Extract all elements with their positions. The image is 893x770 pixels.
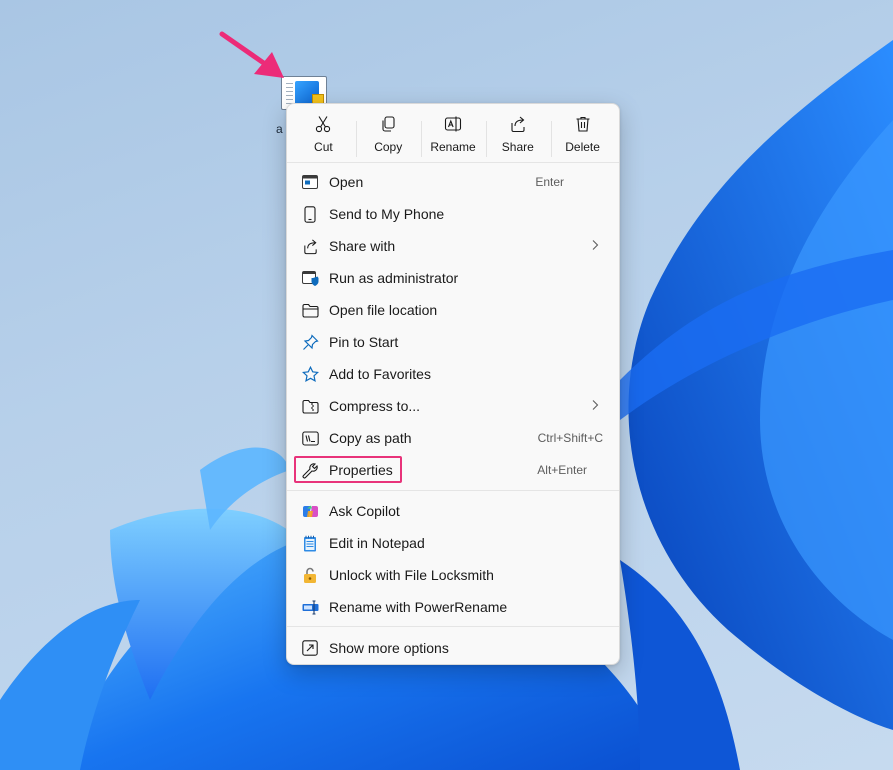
- menu-divider: [287, 626, 619, 627]
- share-label: Share: [501, 140, 534, 154]
- quick-actions-separator: [356, 121, 357, 157]
- lock-icon: [301, 566, 319, 584]
- delete-button[interactable]: Delete: [550, 110, 615, 160]
- rename-icon: [444, 116, 462, 132]
- menu-item-label: Add to Favorites: [329, 366, 431, 382]
- menu-item-label: Share with: [329, 238, 396, 254]
- menu-item-add-to-favorites[interactable]: Add to Favorites: [291, 358, 615, 390]
- menu-item-pin-to-start[interactable]: Pin to Start: [291, 326, 615, 358]
- chevron-right-icon: [592, 240, 599, 250]
- rename-button[interactable]: Rename: [421, 110, 486, 160]
- desktop-icon-caption: a: [276, 122, 283, 136]
- trash-icon: [576, 116, 590, 132]
- menu-item-label: Rename with PowerRename: [329, 599, 508, 615]
- menu-item-unlock-with-file-locksmith[interactable]: Unlock with File Locksmith: [291, 559, 615, 591]
- quick-actions-separator: [421, 121, 422, 157]
- menu-item-edit-in-notepad[interactable]: Edit in Notepad: [291, 527, 615, 559]
- menu-item-label: Send to My Phone: [329, 206, 445, 222]
- share-icon: [301, 237, 319, 255]
- scissors-icon: [316, 116, 331, 133]
- menu-item-properties[interactable]: Properties Alt+Enter: [291, 454, 615, 486]
- menu-item-run-as-administrator[interactable]: Run as administrator: [291, 262, 615, 294]
- menu-item-rename-with-powerrename[interactable]: Rename with PowerRename: [291, 591, 615, 623]
- menu-item-label: Properties: [329, 462, 393, 478]
- menu-item-label: Compress to...: [329, 398, 421, 414]
- menu-item-shortcut: Ctrl+Shift+C: [537, 431, 603, 445]
- delete-label: Delete: [565, 140, 600, 154]
- menu-item-share-with[interactable]: Share with: [291, 230, 615, 262]
- pin-icon: [301, 333, 319, 351]
- quick-actions-separator: [486, 121, 487, 157]
- quick-actions-separator: [551, 121, 552, 157]
- menu-item-label: Show more options: [329, 640, 449, 656]
- menu-item-label: Unlock with File Locksmith: [329, 567, 494, 583]
- open-window-icon: [301, 173, 319, 191]
- menu-item-copy-as-path[interactable]: Copy as path Ctrl+Shift+C: [291, 422, 615, 454]
- share-icon: [511, 116, 525, 133]
- menu-item-compress-to[interactable]: Compress to...: [291, 390, 615, 422]
- open-external-icon: [301, 639, 319, 657]
- menu-item-open[interactable]: Open Enter: [291, 166, 615, 198]
- folder-icon: [301, 301, 319, 319]
- shield-window-icon: [301, 269, 319, 287]
- wrench-icon: [301, 461, 319, 479]
- menu-item-label: Open file location: [329, 302, 438, 318]
- copy-icon: [382, 116, 395, 132]
- context-menu: Cut Copy Rename Share Delete Open Enter …: [286, 103, 620, 665]
- menu-item-shortcut: Enter: [535, 175, 564, 189]
- menu-item-send-to-my-phone[interactable]: Send to My Phone: [291, 198, 615, 230]
- chevron-right-icon: [592, 400, 599, 410]
- path-icon: [301, 429, 319, 447]
- cut-label: Cut: [314, 140, 333, 154]
- copy-label: Copy: [374, 140, 403, 154]
- zip-folder-icon: [301, 397, 319, 415]
- menu-item-ask-copilot[interactable]: Ask Copilot: [291, 495, 615, 527]
- notepad-icon: [301, 534, 319, 552]
- rename-label: Rename: [430, 140, 476, 154]
- menu-item-label: Pin to Start: [329, 334, 399, 350]
- copilot-icon: [301, 502, 319, 520]
- annotation-arrow-icon: [219, 31, 284, 78]
- menu-item-shortcut: Alt+Enter: [537, 463, 587, 477]
- copy-button[interactable]: Copy: [356, 110, 421, 160]
- menu-item-label: Run as administrator: [329, 270, 459, 286]
- menu-item-label: Open: [329, 174, 364, 190]
- star-icon: [301, 365, 319, 383]
- share-button[interactable]: Share: [485, 110, 550, 160]
- menu-item-label: Copy as path: [329, 430, 412, 446]
- menu-divider: [287, 162, 619, 163]
- menu-item-open-file-location[interactable]: Open file location: [291, 294, 615, 326]
- menu-item-label: Edit in Notepad: [329, 535, 425, 551]
- menu-item-label: Ask Copilot: [329, 503, 400, 519]
- menu-item-show-more-options[interactable]: Show more options: [291, 632, 615, 664]
- quick-actions-bar: Cut Copy Rename Share Delete: [291, 110, 615, 160]
- phone-icon: [301, 205, 319, 223]
- power-rename-icon: [301, 598, 319, 616]
- menu-divider: [287, 490, 619, 491]
- cut-button[interactable]: Cut: [291, 110, 356, 160]
